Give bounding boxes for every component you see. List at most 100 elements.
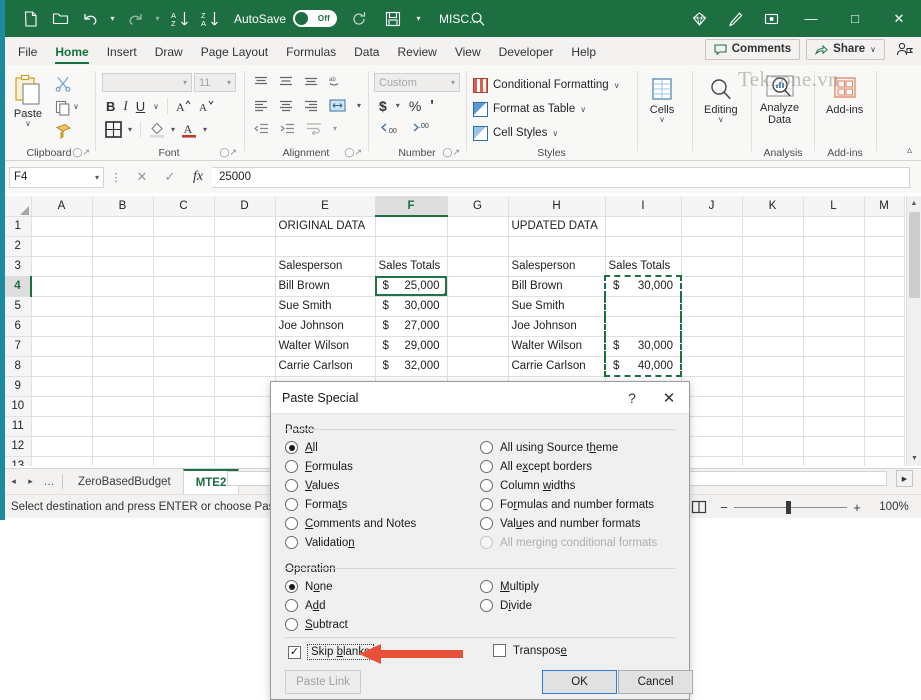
cell-g6[interactable] <box>447 316 508 336</box>
cell-b3[interactable] <box>92 256 153 276</box>
number-dialog-launcher[interactable]: ◯↗ <box>442 147 460 158</box>
cell-b7[interactable] <box>92 336 153 356</box>
cell-f4[interactable]: $25,000 <box>375 276 447 296</box>
alignment-dialog-launcher[interactable]: ◯↗ <box>344 147 362 158</box>
currency-caret-icon[interactable]: ▾ <box>396 101 400 110</box>
dialog-help-icon[interactable]: ? <box>615 382 649 413</box>
radio-comments-and-notes[interactable] <box>285 517 298 530</box>
cell-a12[interactable] <box>31 436 92 456</box>
tab-insert[interactable]: Insert <box>98 39 146 65</box>
cell-j3[interactable] <box>681 256 742 276</box>
cell-b6[interactable] <box>92 316 153 336</box>
align-bottom-icon[interactable] <box>304 75 318 88</box>
increase-font-size-icon[interactable]: A <box>176 99 191 113</box>
cell-g3[interactable] <box>447 256 508 276</box>
skip-blanks-checkbox[interactable]: ✓ <box>288 646 301 659</box>
paste-option-validation[interactable]: Validation <box>285 533 480 552</box>
copy-dropdown-caret[interactable]: ∨ <box>73 102 79 111</box>
cell-d6[interactable] <box>214 316 275 336</box>
cell-k10[interactable] <box>742 396 803 416</box>
name-box[interactable]: F4 ▾ <box>9 167 104 188</box>
cell-c9[interactable] <box>153 376 214 396</box>
select-all-corner[interactable] <box>5 196 31 216</box>
cell-k4[interactable] <box>742 276 803 296</box>
zoom-out-button[interactable]: − <box>714 500 734 515</box>
cell-e6[interactable]: Joe Johnson <box>275 316 375 336</box>
cell-l4[interactable] <box>803 276 864 296</box>
cell-i8[interactable]: $40,000 <box>605 356 681 376</box>
open-folder-icon[interactable] <box>46 6 74 32</box>
cell-f8[interactable]: $32,000 <box>375 356 447 376</box>
cell-l8[interactable] <box>803 356 864 376</box>
bold-button[interactable]: B <box>106 99 115 114</box>
cell-d1[interactable] <box>214 216 275 236</box>
autosave-control[interactable]: AutoSave Off <box>234 10 337 27</box>
cell-h5[interactable]: Sue Smith <box>508 296 605 316</box>
refresh-icon[interactable] <box>345 6 373 32</box>
align-left-icon[interactable] <box>254 100 268 112</box>
paste-option-all[interactable]: All <box>285 438 480 457</box>
copy-icon[interactable] <box>55 100 71 116</box>
radio-validation[interactable] <box>285 536 298 549</box>
cell-a7[interactable] <box>31 336 92 356</box>
cell-b10[interactable] <box>92 396 153 416</box>
column-header-b[interactable]: B <box>92 196 153 216</box>
cell-i3[interactable]: Sales Totals <box>605 256 681 276</box>
paste-option-formulas[interactable]: Formulas <box>285 457 480 476</box>
column-header-c[interactable]: C <box>153 196 214 216</box>
cell-c6[interactable] <box>153 316 214 336</box>
borders-caret-icon[interactable]: ▾ <box>128 125 132 134</box>
cell-d2[interactable] <box>214 236 275 256</box>
cell-e3[interactable]: Salesperson <box>275 256 375 276</box>
cell-j5[interactable] <box>681 296 742 316</box>
cell-c8[interactable] <box>153 356 214 376</box>
row-header-12[interactable]: 12 <box>5 436 31 456</box>
cell-c1[interactable] <box>153 216 214 236</box>
ok-button[interactable]: OK <box>542 670 617 694</box>
vertical-scroll-thumb[interactable] <box>909 212 920 298</box>
row-header-3[interactable]: 3 <box>5 256 31 276</box>
cut-scissors-icon[interactable] <box>55 76 71 92</box>
radio-all[interactable] <box>285 441 298 454</box>
cell-d7[interactable] <box>214 336 275 356</box>
fill-color-icon[interactable] <box>149 121 165 138</box>
add-ins-button[interactable]: Add-ins <box>826 76 863 116</box>
number-format-box[interactable]: Custom ▾ <box>374 73 460 92</box>
number-format-caret-icon[interactable]: ▾ <box>451 78 455 87</box>
cell-l7[interactable] <box>803 336 864 356</box>
vertical-scrollbar[interactable]: ▲ ▼ <box>906 196 921 466</box>
increase-indent-icon[interactable] <box>280 123 295 135</box>
cell-a2[interactable] <box>31 236 92 256</box>
row-header-6[interactable]: 6 <box>5 316 31 336</box>
cell-d10[interactable] <box>214 396 275 416</box>
new-document-icon[interactable] <box>16 6 44 32</box>
cell-b12[interactable] <box>92 436 153 456</box>
cell-e2[interactable] <box>275 236 375 256</box>
underline-button[interactable]: U <box>136 99 145 114</box>
cell-i6[interactable] <box>605 316 681 336</box>
cell-j7[interactable] <box>681 336 742 356</box>
cell-m9[interactable] <box>864 376 904 396</box>
tab-help[interactable]: Help <box>562 39 605 65</box>
insert-function-icon[interactable]: fx <box>184 169 212 185</box>
operation-option-divide[interactable]: Divide <box>480 596 675 615</box>
decrease-font-size-icon[interactable]: A <box>199 99 214 113</box>
cell-k9[interactable] <box>742 376 803 396</box>
cell-a4[interactable] <box>31 276 92 296</box>
radio-formulas-and-number-formats[interactable] <box>480 498 493 511</box>
format-as-table-caret-icon[interactable]: ∨ <box>580 105 586 114</box>
tab-formulas[interactable]: Formulas <box>277 39 345 65</box>
font-name-box[interactable]: ▾ <box>102 73 192 92</box>
column-header-k[interactable]: K <box>742 196 803 216</box>
row-header-5[interactable]: 5 <box>5 296 31 316</box>
close-button[interactable]: ✕ <box>877 0 921 37</box>
percent-format-button[interactable]: % <box>409 98 421 114</box>
column-header-h[interactable]: H <box>508 196 605 216</box>
undo-dropdown-caret[interactable]: ▾ <box>106 6 119 32</box>
share-button[interactable]: Share ∨ <box>806 39 885 60</box>
scroll-up-icon[interactable]: ▲ <box>907 196 921 211</box>
restore-window-icon[interactable] <box>753 0 789 37</box>
row-header-10[interactable]: 10 <box>5 396 31 416</box>
share-person-icon[interactable] <box>891 38 917 60</box>
cell-m2[interactable] <box>864 236 904 256</box>
